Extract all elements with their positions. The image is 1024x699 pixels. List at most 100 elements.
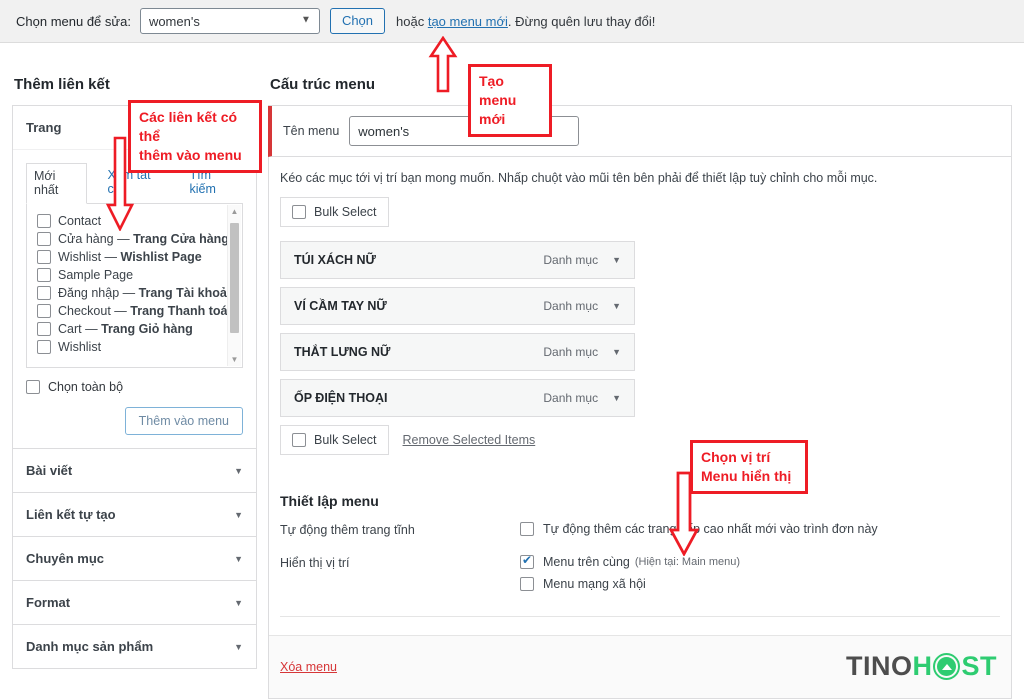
accordion-danh-muc-san-pham[interactable]: Danh mục sản phẩm ▼ xyxy=(12,624,257,669)
menu-item-type: Danh mục xyxy=(543,391,599,405)
page-checkbox[interactable] xyxy=(37,322,51,336)
bulk-select-checkbox[interactable] xyxy=(292,205,306,219)
menu-footer-bar: Xóa menu TINO H ST xyxy=(269,635,1011,698)
menu-item-type: Danh mục xyxy=(543,345,599,359)
scroll-up-icon[interactable]: ▲ xyxy=(228,205,241,218)
page-checkbox[interactable] xyxy=(37,268,51,282)
menu-item-name: VÍ CẦM TAY NỮ xyxy=(294,299,387,313)
arrow-up-create-menu-icon xyxy=(428,36,458,93)
accordion-header[interactable]: Format ▼ xyxy=(13,581,256,624)
bulk-select-label: Bulk Select xyxy=(314,433,377,447)
bulk-select-bottom[interactable]: Bulk Select xyxy=(280,425,389,455)
hint-prefix: hoặc xyxy=(396,13,428,29)
page-label: Cửa hàng — Trang Cửa hàng xyxy=(58,232,229,246)
annotation-create-menu: Tạo menu mới xyxy=(468,64,552,137)
list-item[interactable]: Cửa hàng — Trang Cửa hàng xyxy=(27,230,242,248)
scrollbar-thumb[interactable] xyxy=(230,223,239,333)
page-label: Wishlist xyxy=(58,340,102,354)
page-checkbox[interactable] xyxy=(37,250,51,264)
add-to-menu-button[interactable]: Thêm vào menu xyxy=(124,407,243,435)
page-checkbox[interactable] xyxy=(37,214,51,228)
auto-add-pages-option[interactable]: Tự động thêm các trang cấp cao nhất mới … xyxy=(520,522,1000,536)
list-item[interactable]: Wishlist — Wishlist Page xyxy=(27,248,242,266)
remove-selected-items-link[interactable]: Remove Selected Items xyxy=(403,433,536,447)
drag-hint-text: Kéo các mục tới vị trí bạn mong muốn. Nh… xyxy=(280,171,878,185)
create-new-menu-link[interactable]: tạo menu mới xyxy=(428,14,508,29)
page-checkbox[interactable] xyxy=(37,304,51,318)
location-checkbox-top-menu[interactable] xyxy=(520,553,534,569)
accordion-label: Format xyxy=(26,595,71,610)
menu-item-row[interactable]: ỐP ĐIỆN THOẠI Danh mục ▼ xyxy=(280,379,635,417)
auto-add-pages-options: Tự động thêm các trang cấp cao nhất mới … xyxy=(520,522,1000,544)
page-checkbox[interactable] xyxy=(37,232,51,246)
location-note-top-menu: (Hiện tại: Main menu) xyxy=(634,556,741,568)
accordion-chuyen-muc[interactable]: Chuyên mục ▼ xyxy=(12,536,257,581)
menu-name-row: Tên menu xyxy=(268,106,1011,157)
accordion-header[interactable]: Liên kết tự tạo ▼ xyxy=(13,493,256,536)
tab-moi-nhat[interactable]: Mới nhất xyxy=(26,163,87,204)
location-option-top-menu[interactable]: Menu trên cùng (Hiện tại: Main menu) xyxy=(520,553,1000,569)
scroll-down-icon[interactable]: ▼ xyxy=(228,353,241,366)
auto-add-pages-label: Tự động thêm trang tĩnh xyxy=(280,523,415,537)
house-icon xyxy=(933,653,961,680)
menu-item-name: ỐP ĐIỆN THOẠI xyxy=(294,391,388,405)
list-item[interactable]: Cart — Trang Giỏ hàng xyxy=(27,320,242,338)
page-label: Đăng nhập — Trang Tài khoản xyxy=(58,286,235,300)
list-item[interactable]: Đăng nhập — Trang Tài khoản xyxy=(27,284,242,302)
menu-item-type: Danh mục xyxy=(543,299,599,313)
accordion-format[interactable]: Format ▼ xyxy=(12,580,257,625)
menu-item-row[interactable]: THẮT LƯNG NỮ Danh mục ▼ xyxy=(280,333,635,371)
bulk-select-label: Bulk Select xyxy=(314,205,377,219)
auto-add-pages-option-label: Tự động thêm các trang cấp cao nhất mới … xyxy=(543,522,878,536)
delete-menu-link[interactable]: Xóa menu xyxy=(280,660,337,674)
accordion-label: Liên kết tự tạo xyxy=(26,507,116,522)
location-checkbox-social-menu[interactable] xyxy=(520,577,534,591)
accordion-bai-viet[interactable]: Bài viết ▼ xyxy=(12,448,257,493)
tinohost-logo: TINO H ST xyxy=(846,651,997,682)
chevron-down-icon: ▼ xyxy=(234,509,243,520)
page-label: Cart — Trang Giỏ hàng xyxy=(58,322,193,336)
menu-item-type: Danh mục xyxy=(543,253,599,267)
select-menu-button[interactable]: Chọn xyxy=(329,8,386,34)
logo-text-st: ST xyxy=(961,651,997,681)
menu-structure-title: Cấu trúc menu xyxy=(270,76,376,93)
menu-item-name: THẮT LƯNG NỮ xyxy=(294,345,391,359)
list-item[interactable]: Checkout — Trang Thanh toán xyxy=(27,302,242,320)
hint-suffix: . Đừng quên lưu thay đổi! xyxy=(507,13,656,29)
page-checkbox[interactable] xyxy=(37,340,51,354)
bulk-select-top[interactable]: Bulk Select xyxy=(280,197,389,227)
menu-name-label: Tên menu xyxy=(283,124,340,138)
page-label: Checkout — Trang Thanh toán xyxy=(58,304,236,318)
chevron-down-icon[interactable]: ▼ xyxy=(612,255,621,265)
location-option-social-menu[interactable]: Menu mạng xã hội xyxy=(520,577,1000,591)
menu-item-row[interactable]: VÍ CẦM TAY NỮ Danh mục ▼ xyxy=(280,287,635,325)
pages-list-scrollbar[interactable]: ▲ ▼ xyxy=(227,205,241,366)
display-location-label: Hiển thị vị trí xyxy=(280,556,350,570)
list-item[interactable]: Wishlist xyxy=(27,338,242,356)
chevron-down-icon[interactable]: ▼ xyxy=(612,301,621,311)
page-label: Contact xyxy=(58,214,102,228)
menu-item-name: TÚI XÁCH NỮ xyxy=(294,253,376,267)
accordion-header[interactable]: Bài viết ▼ xyxy=(13,449,256,492)
select-all-row[interactable]: Chọn toàn bộ xyxy=(26,380,243,394)
logo-text-tino: TINO xyxy=(845,651,913,681)
page-label: Wishlist — Wishlist Page xyxy=(58,250,202,264)
accordion-lien-ket-tu-tao[interactable]: Liên kết tự tạo ▼ xyxy=(12,492,257,537)
create-menu-hint: hoặc tạo menu mới. Đừng quên lưu thay đổ… xyxy=(396,14,655,29)
chevron-down-icon[interactable]: ▼ xyxy=(612,393,621,403)
accordion-header[interactable]: Chuyên mục ▼ xyxy=(13,537,256,580)
arrow-down-available-links-icon xyxy=(105,136,135,231)
menu-select[interactable]: women's xyxy=(139,8,320,34)
page-checkbox[interactable] xyxy=(37,286,51,300)
menu-settings-title: Thiết lập menu xyxy=(280,493,379,509)
menu-select-wrapper[interactable]: women's ▼ xyxy=(139,8,320,34)
accordion-header[interactable]: Danh mục sản phẩm ▼ xyxy=(13,625,256,668)
menu-item-row[interactable]: TÚI XÁCH NỮ Danh mục ▼ xyxy=(280,241,635,279)
bulk-select-checkbox[interactable] xyxy=(292,433,306,447)
auto-add-pages-checkbox[interactable] xyxy=(520,522,534,536)
select-all-checkbox[interactable] xyxy=(26,380,40,394)
list-item[interactable]: Sample Page xyxy=(27,266,242,284)
menu-selector-bar: Chọn menu để sửa: women's ▼ Chọn hoặc tạ… xyxy=(0,0,1024,43)
chevron-down-icon[interactable]: ▼ xyxy=(612,347,621,357)
menu-structure-body: Kéo các mục tới vị trí bạn mong muốn. Nh… xyxy=(269,157,1011,617)
